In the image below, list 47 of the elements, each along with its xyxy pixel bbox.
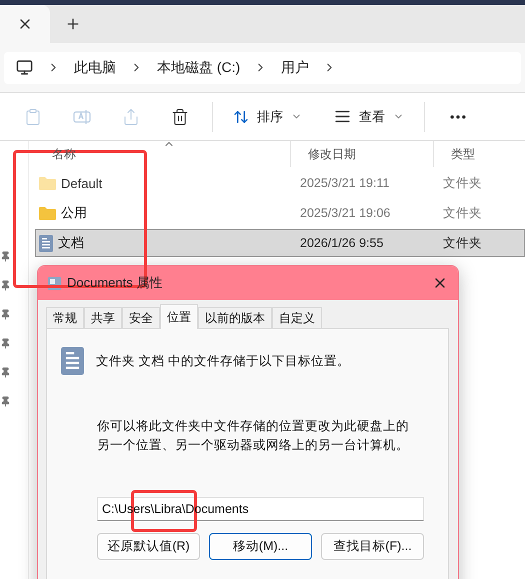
file-row[interactable]: 公用 2025/3/21 19:06 文件夹 — [35, 199, 525, 227]
pin-icon[interactable] — [0, 338, 11, 349]
dialog-tab[interactable]: 以前的版本 — [198, 307, 272, 328]
description-text: 你可以将此文件夹中文件存储的位置更改为此硬盘上的另一个位置、另一个驱动器或网络上的另一台计算机。 — [97, 418, 410, 454]
dialog-button[interactable]: 移动(M)... — [209, 533, 312, 560]
dialog-tab[interactable]: 位置 — [160, 304, 198, 329]
date-cell-text: 2025/3/21 19:11 — [299, 176, 390, 190]
file-name: 文档 — [58, 234, 84, 252]
type-cell-text: 文件夹 — [442, 204, 483, 222]
date-cell-text: 2026/1/26 9:55 — [299, 236, 384, 250]
pin-icon[interactable] — [0, 280, 11, 291]
dialog-tab[interactable]: 常规 — [46, 307, 84, 328]
type-cell-text: 文件夹 — [442, 234, 483, 252]
breadcrumb[interactable]: 用户 — [281, 58, 310, 76]
sort-button[interactable]: 排序 — [221, 108, 314, 126]
dialog-button[interactable]: 还原默认值(R) — [97, 533, 200, 560]
file-row[interactable]: 文档 2026/1/26 9:55 文件夹 — [35, 229, 525, 257]
new-tab-icon[interactable] — [64, 16, 80, 32]
dialog-button[interactable]: 查找目标(F)... — [321, 533, 424, 560]
folder-icon — [39, 206, 56, 220]
breadcrumb[interactable]: 此电脑 — [74, 58, 116, 76]
pin-icon[interactable] — [0, 396, 11, 407]
breadcrumb[interactable]: 本地磁盘 (C:) — [157, 58, 240, 76]
column-header[interactable]: 修改日期 — [291, 141, 434, 167]
pin-icon[interactable] — [0, 367, 11, 378]
dialog-title: Documents 属性 — [67, 274, 164, 292]
computer-icon — [16, 59, 33, 76]
date-cell-text: 2025/3/21 19:06 — [299, 206, 392, 220]
address-bar[interactable]: 此电脑 本地磁盘 (C:) 用户 — [4, 52, 521, 84]
dialog-tab[interactable]: 共享 — [84, 307, 122, 328]
document-folder-icon — [61, 345, 84, 377]
view-button[interactable]: 查看 — [322, 108, 416, 126]
type-cell-text: 文件夹 — [442, 174, 483, 192]
column-header[interactable]: 类型 — [434, 141, 525, 167]
folder-icon — [39, 176, 56, 190]
dialog-tab[interactable]: 安全 — [122, 307, 160, 328]
pin-icon[interactable] — [0, 309, 11, 320]
file-row[interactable]: Default 2025/3/21 19:11 文件夹 — [35, 169, 525, 197]
view-icon — [334, 108, 351, 125]
pin-icon[interactable] — [0, 251, 11, 262]
dialog-tab[interactable]: 自定义 — [272, 307, 322, 328]
document-folder-icon — [39, 234, 53, 252]
file-name: 公用 — [61, 204, 87, 222]
info-text: 文件夹 文档 中的文件存储于以下目标位置。 — [96, 352, 350, 370]
sort-icon — [233, 108, 249, 124]
file-name: Default — [61, 176, 102, 190]
delete-icon[interactable] — [170, 108, 188, 126]
